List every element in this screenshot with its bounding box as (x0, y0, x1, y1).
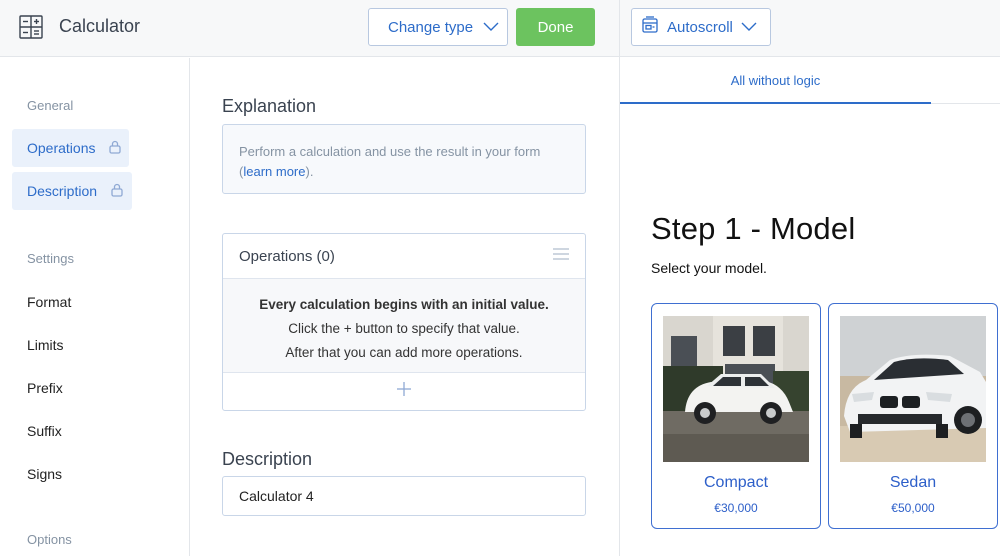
operations-line1: Every calculation begins with an initial… (259, 297, 549, 312)
card-label: Sedan (889, 474, 937, 491)
sidebar-item-signs[interactable]: Signs (27, 466, 62, 482)
change-type-label: Change type (388, 18, 474, 36)
operations-header: Operations (0) (223, 234, 585, 279)
operations-title: Operations (0) (239, 247, 335, 265)
compact-car-image (663, 316, 809, 462)
settings-sidebar: General Operations Description Settings … (0, 58, 190, 556)
sidebar-item-limits[interactable]: Limits (27, 337, 64, 353)
explanation-box: Perform a calculation and use the result… (222, 124, 586, 194)
model-card-sedan[interactable]: Sedan €50,000 (828, 303, 998, 529)
learn-more-link[interactable]: learn more (243, 164, 305, 179)
top-bar: Calculator Change type Done (0, 0, 619, 57)
sidebar-heading-settings: Settings (27, 251, 74, 266)
preview-toolbar: Autoscroll (620, 0, 1000, 57)
sidebar-item-suffix[interactable]: Suffix (27, 423, 62, 439)
sidebar-item-label: Operations (27, 140, 96, 156)
explanation-heading: Explanation (222, 96, 317, 116)
step-title: Step 1 - Model (651, 211, 856, 246)
app-title: Calculator (59, 16, 141, 36)
main-panel: Explanation Perform a calculation and us… (191, 58, 619, 556)
sidebar-item-description[interactable]: Description (12, 172, 132, 210)
form-preview: All without logic Step 1 - Model Select … (620, 58, 1000, 556)
sidebar-item-prefix[interactable]: Prefix (27, 380, 63, 396)
operations-line3: After that you can add more operations. (285, 345, 523, 360)
operations-empty-message: Every calculation begins with an initial… (223, 279, 585, 373)
card-price: €50,000 (891, 501, 935, 515)
autoscroll-button[interactable]: Autoscroll (631, 8, 771, 46)
plus-icon (396, 381, 412, 402)
model-card-compact[interactable]: Compact €30,000 (651, 303, 821, 529)
add-operation-button[interactable] (223, 373, 585, 410)
sidebar-item-format[interactable]: Format (27, 294, 71, 310)
card-label: Compact (703, 474, 769, 491)
done-button[interactable]: Done (516, 8, 595, 46)
sedan-car-image (840, 316, 986, 462)
operations-line2: Click the + button to specify that value… (288, 321, 520, 336)
description-input[interactable]: Calculator 4 (222, 476, 586, 516)
operations-card: Operations (0) Every calculation begins … (222, 233, 586, 411)
autoscroll-label: Autoscroll (667, 18, 733, 36)
explanation-text-end: ). (305, 164, 314, 179)
menu-icon[interactable] (553, 247, 569, 265)
sidebar-heading-general: General (27, 98, 74, 113)
sidebar-item-operations[interactable]: Operations (12, 129, 129, 167)
chevron-down-icon (483, 19, 499, 36)
lock-icon (111, 183, 123, 200)
autoscroll-icon (641, 16, 659, 38)
calculator-icon (19, 15, 43, 39)
step-subtitle: Select your model. (651, 260, 767, 276)
lock-icon (109, 140, 122, 157)
change-type-button[interactable]: Change type (368, 8, 508, 46)
sidebar-item-label: Description (27, 183, 98, 199)
chevron-down-icon (741, 19, 757, 36)
card-price: €30,000 (714, 501, 758, 515)
sidebar-heading-options: Options (27, 532, 72, 547)
tab-all-without-logic[interactable]: All without logic (620, 58, 931, 104)
description-heading: Description (222, 449, 313, 469)
tab-bar-filler (931, 58, 1000, 104)
